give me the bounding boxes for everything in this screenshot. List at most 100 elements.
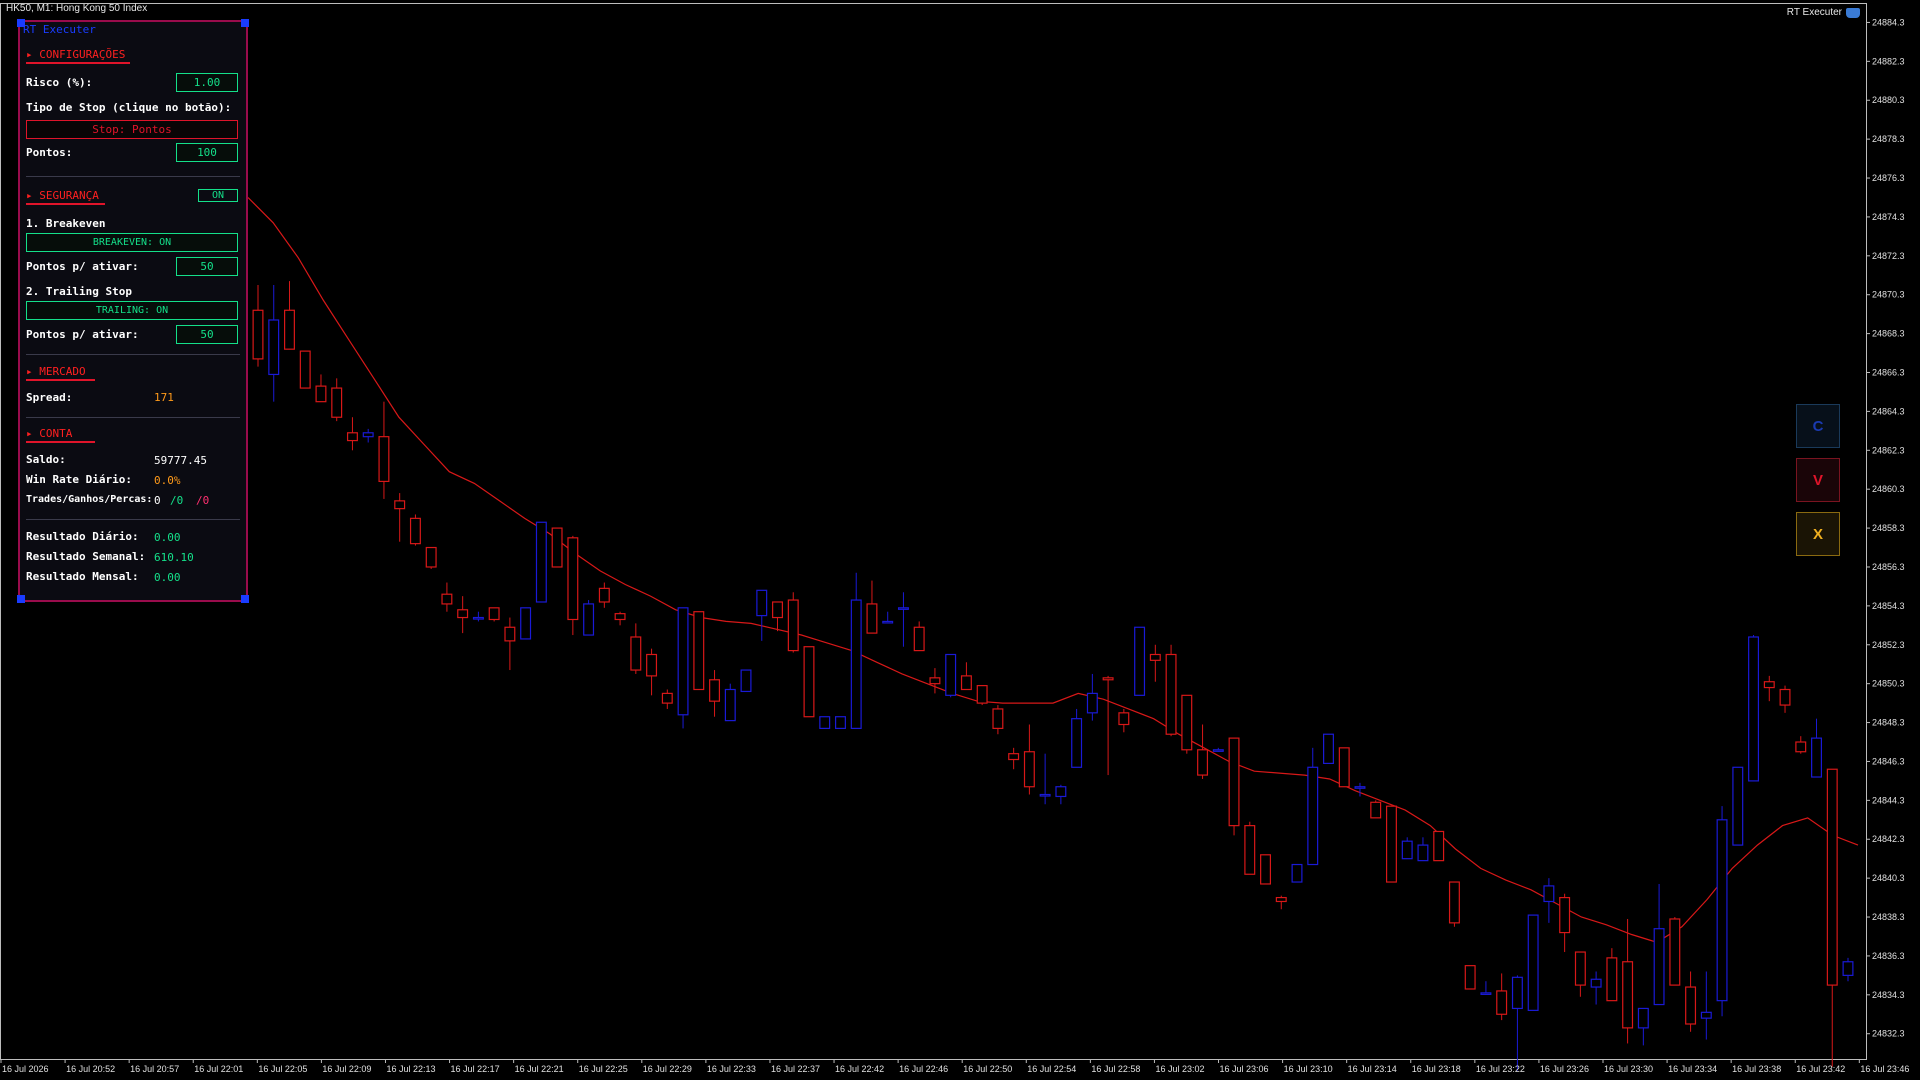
candle-body — [1260, 854, 1272, 885]
sell-button[interactable]: V — [1796, 458, 1840, 502]
y-tick-label: 24874.3 — [1872, 212, 1905, 222]
panel-resize-handle[interactable] — [241, 19, 249, 27]
divider — [26, 417, 240, 418]
candle-body — [598, 587, 610, 603]
candle-body — [252, 309, 264, 360]
y-tick-label: 24840.3 — [1872, 873, 1905, 883]
candle-body — [1606, 957, 1618, 1002]
candle-body — [409, 517, 421, 545]
candle-body — [740, 669, 752, 693]
cancel-orders-button[interactable]: X — [1796, 512, 1840, 556]
candle-body — [1811, 737, 1822, 778]
candle-body — [929, 677, 941, 685]
y-tick-label: 24834.3 — [1872, 990, 1905, 1000]
divider — [26, 176, 240, 177]
breakeven-button[interactable]: BREAKEVEN: ON — [26, 233, 238, 252]
candle-body — [1055, 786, 1067, 798]
x-tick-label: 16 Jul 20:52 — [66, 1064, 115, 1074]
x-tick-label: 16 Jul 23:02 — [1155, 1064, 1204, 1074]
x-tick-label: 16 Jul 22:50 — [963, 1064, 1012, 1074]
candle-body — [976, 685, 988, 704]
candle-body — [1685, 986, 1697, 1025]
x-tick-label: 16 Jul 22:54 — [1027, 1064, 1076, 1074]
candle-body — [1622, 961, 1634, 1029]
candle-body — [1275, 896, 1287, 903]
risco-input[interactable]: 1.00 — [176, 73, 238, 92]
candle-body — [1039, 793, 1051, 797]
candle-body — [1527, 914, 1539, 1011]
panel-title[interactable]: RT Executer — [23, 23, 96, 36]
y-tick-label: 24856.3 — [1872, 562, 1905, 572]
x-tick-label: 16 Jul 22:13 — [386, 1064, 435, 1074]
candle-body — [1559, 896, 1571, 934]
y-tick-label: 24858.3 — [1872, 523, 1905, 533]
candle-body — [1134, 626, 1146, 696]
stop-type-button[interactable]: Stop: Pontos — [26, 120, 238, 139]
candle-body — [646, 653, 658, 677]
candle-body — [268, 319, 280, 376]
candle-body — [1086, 692, 1098, 714]
x-tick-label: 16 Jul 23:30 — [1604, 1064, 1653, 1074]
x-tick-label: 16 Jul 23:06 — [1220, 1064, 1269, 1074]
candle-body — [630, 636, 642, 671]
y-tick-label: 24836.3 — [1872, 951, 1905, 961]
price-chart[interactable]: 24884.3 24882.3 24880.3 24878.3 24876.3 24874… — [0, 0, 1920, 1080]
be-pontos-label: Pontos p/ ativar: — [26, 260, 139, 273]
diario-label: Resultado Diário: — [26, 530, 139, 543]
x-tick-label: 16 Jul 22:09 — [322, 1064, 371, 1074]
y-tick-label: 24860.3 — [1872, 484, 1905, 494]
panel-resize-handle[interactable] — [17, 595, 25, 603]
candle-body — [1118, 712, 1130, 726]
semanal-label: Resultado Semanal: — [26, 550, 146, 563]
candle-body — [1323, 733, 1334, 764]
candle-body — [362, 432, 374, 438]
x-tick-label: 16 Jul 22:33 — [707, 1064, 756, 1074]
candle-body — [1763, 681, 1775, 689]
winrate-value: 0.0% — [154, 474, 181, 487]
y-tick-label: 24838.3 — [1872, 912, 1905, 922]
candle-body — [1464, 965, 1476, 990]
candle-body — [724, 688, 736, 722]
candle-body — [1433, 830, 1445, 862]
tipo-stop-label: Tipo de Stop (clique no botão): — [26, 101, 232, 114]
ea-indicator[interactable]: RT Executer — [1787, 7, 1860, 18]
security-toggle[interactable]: ON — [198, 189, 238, 202]
candle-body — [378, 436, 390, 483]
close-positions-button[interactable]: C — [1796, 404, 1840, 448]
semanal-value: 610.10 — [154, 551, 194, 564]
candle-body — [866, 603, 878, 634]
ts-pontos-input[interactable]: 50 — [176, 325, 238, 344]
x-tick-label: 16 Jul 23:46 — [1860, 1064, 1909, 1074]
candle-body — [583, 603, 595, 636]
candle-body — [1181, 694, 1193, 751]
candle-body — [913, 626, 925, 652]
candle-body — [677, 607, 689, 716]
y-tick-label: 24866.3 — [1872, 368, 1905, 378]
candle-body — [1008, 753, 1020, 761]
candle-body — [1543, 885, 1555, 903]
candle-body — [1732, 766, 1744, 846]
candle-body — [614, 613, 626, 621]
trading-panel[interactable]: RT Executer ▸ CONFIGURAÇÕES Risco (%): 1… — [17, 19, 249, 603]
candle-body — [1448, 881, 1460, 924]
candle-body — [661, 692, 673, 704]
breakeven-label: 1. Breakeven — [26, 217, 106, 230]
mensal-label: Resultado Mensal: — [26, 570, 139, 583]
candle-body — [1165, 653, 1177, 735]
pontos-input[interactable]: 100 — [176, 143, 238, 162]
be-pontos-input[interactable]: 50 — [176, 257, 238, 276]
candle-body — [1149, 653, 1161, 661]
x-tick-label: 16 Jul 22:17 — [451, 1064, 500, 1074]
x-tick-label: 16 Jul 23:22 — [1476, 1064, 1525, 1074]
y-tick-label: 24832.3 — [1872, 1029, 1905, 1039]
candle-body — [1212, 749, 1224, 752]
y-tick-label: 24854.3 — [1872, 601, 1905, 611]
section-mercado: ▸ MERCADO — [26, 365, 95, 381]
winrate-label: Win Rate Diário: — [26, 473, 132, 486]
trailing-button[interactable]: TRAILING: ON — [26, 301, 238, 320]
trades-value: 0 — [154, 494, 161, 507]
x-tick-label: 16 Jul 22:21 — [515, 1064, 564, 1074]
x-tick-label: 16 Jul 22:37 — [771, 1064, 820, 1074]
candle-body — [850, 599, 862, 729]
panel-resize-handle[interactable] — [241, 595, 249, 603]
